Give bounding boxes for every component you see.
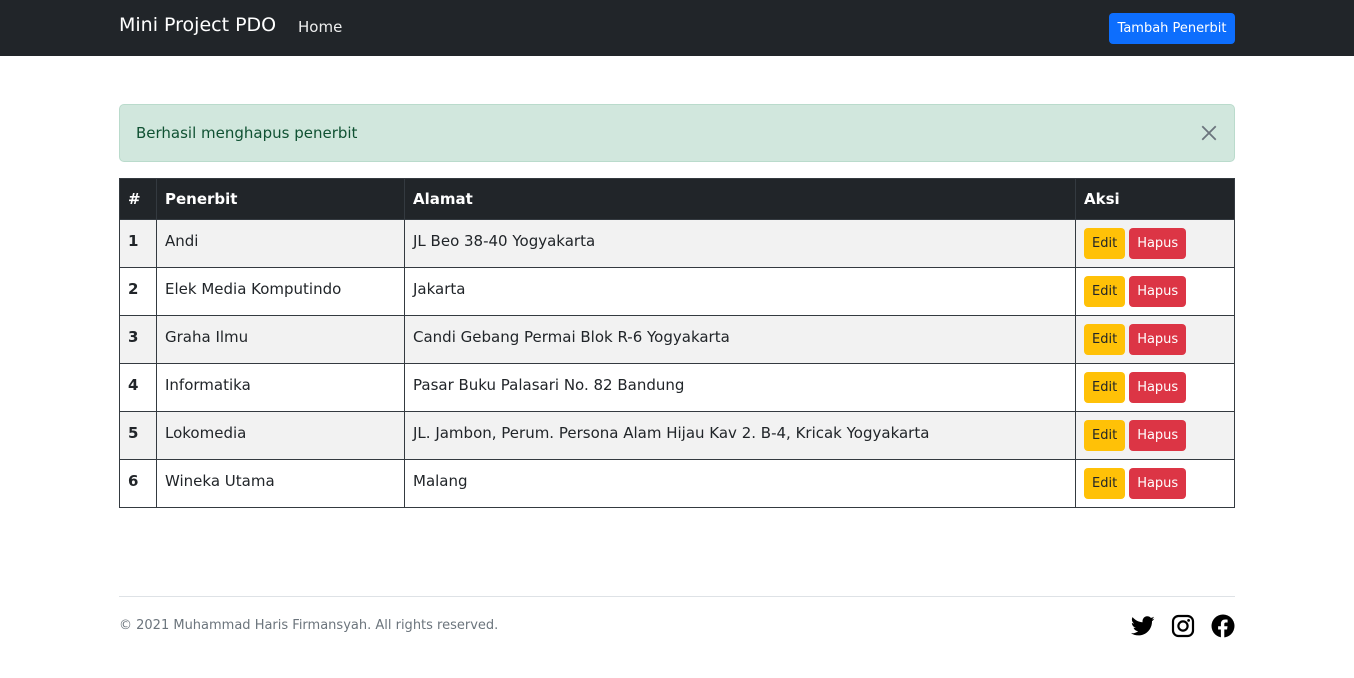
footer-copyright: © 2021 Muhammad Haris Firmansyah. All ri… [119, 618, 499, 633]
table-row: 5 Lokomedia JL. Jambon, Perum. Persona A… [119, 411, 1235, 460]
row-penerbit: Andi [156, 219, 405, 268]
close-icon[interactable] [1200, 124, 1218, 142]
row-alamat: Candi Gebang Permai Blok R-6 Yogyakarta [404, 315, 1076, 364]
delete-button[interactable]: Hapus [1129, 324, 1187, 355]
facebook-icon[interactable] [1211, 614, 1235, 638]
row-number: 4 [119, 363, 157, 412]
row-penerbit: Wineka Utama [156, 459, 405, 508]
table-row: 4 Informatika Pasar Buku Palasari No. 82… [119, 363, 1235, 412]
table-header-row: # Penerbit Alamat Aksi [119, 178, 1235, 220]
row-number: 6 [119, 459, 157, 508]
delete-button[interactable]: Hapus [1129, 276, 1187, 307]
table-row: 1 Andi JL Beo 38-40 Yogyakarta Edit Hapus [119, 219, 1235, 268]
delete-button[interactable]: Hapus [1129, 468, 1187, 499]
row-alamat: JL. Jambon, Perum. Persona Alam Hijau Ka… [404, 411, 1076, 460]
header-alamat: Alamat [404, 178, 1076, 220]
row-penerbit: Graha Ilmu [156, 315, 405, 364]
row-number: 5 [119, 411, 157, 460]
row-actions: Edit Hapus [1075, 315, 1235, 364]
row-alamat: Jakarta [404, 267, 1076, 316]
edit-button[interactable]: Edit [1084, 228, 1126, 259]
row-actions: Edit Hapus [1075, 267, 1235, 316]
delete-button[interactable]: Hapus [1129, 420, 1187, 451]
row-actions: Edit Hapus [1075, 459, 1235, 508]
twitter-icon[interactable] [1131, 614, 1155, 638]
add-publisher-button[interactable]: Tambah Penerbit [1109, 13, 1235, 44]
header-number: # [119, 178, 157, 220]
table-row: 6 Wineka Utama Malang Edit Hapus [119, 459, 1235, 508]
row-penerbit: Elek Media Komputindo [156, 267, 405, 316]
row-penerbit: Lokomedia [156, 411, 405, 460]
edit-button[interactable]: Edit [1084, 276, 1126, 307]
row-number: 3 [119, 315, 157, 364]
header-aksi: Aksi [1075, 178, 1235, 220]
navbar-brand[interactable]: Mini Project PDO [119, 14, 276, 36]
nav-link-home[interactable]: Home [298, 18, 342, 36]
row-alamat: JL Beo 38-40 Yogyakarta [404, 219, 1076, 268]
row-actions: Edit Hapus [1075, 219, 1235, 268]
footer-divider [119, 596, 1235, 597]
delete-button[interactable]: Hapus [1129, 228, 1187, 259]
edit-button[interactable]: Edit [1084, 324, 1126, 355]
edit-button[interactable]: Edit [1084, 420, 1126, 451]
delete-button[interactable]: Hapus [1129, 372, 1187, 403]
row-actions: Edit Hapus [1075, 363, 1235, 412]
edit-button[interactable]: Edit [1084, 468, 1126, 499]
row-number: 2 [119, 267, 157, 316]
navbar: Mini Project PDO Home Tambah Penerbit [0, 0, 1354, 56]
row-number: 1 [119, 219, 157, 268]
row-penerbit: Informatika [156, 363, 405, 412]
row-alamat: Pasar Buku Palasari No. 82 Bandung [404, 363, 1076, 412]
row-alamat: Malang [404, 459, 1076, 508]
row-actions: Edit Hapus [1075, 411, 1235, 460]
table-row: 2 Elek Media Komputindo Jakarta Edit Hapu… [119, 267, 1235, 316]
table-row: 3 Graha Ilmu Candi Gebang Permai Blok R-… [119, 315, 1235, 364]
alert-message: Berhasil menghapus penerbit [136, 124, 358, 142]
publisher-table: # Penerbit Alamat Aksi 1 Andi JL Beo 38-… [119, 178, 1235, 508]
header-penerbit: Penerbit [156, 178, 405, 220]
instagram-icon[interactable] [1171, 614, 1195, 638]
edit-button[interactable]: Edit [1084, 372, 1126, 403]
success-alert: Berhasil menghapus penerbit [119, 104, 1235, 162]
